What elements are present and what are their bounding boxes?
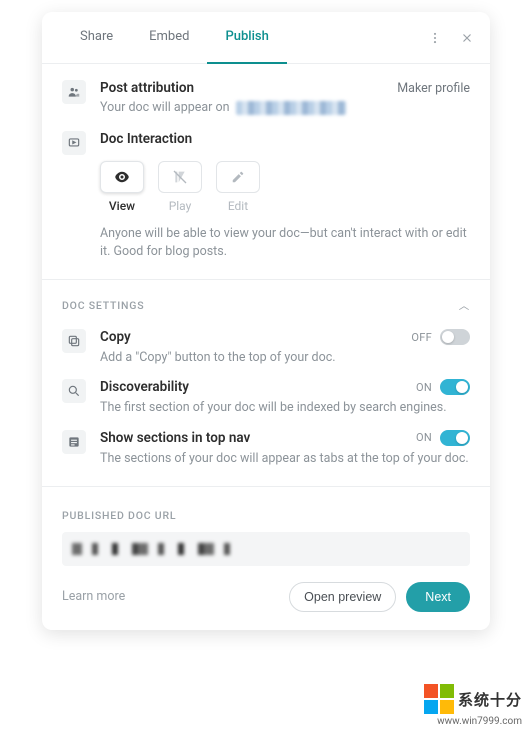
mode-edit-label: Edit [228,199,248,213]
people-icon [62,80,86,104]
attribution-title: Post attribution [100,80,194,96]
published-url-field[interactable] [62,532,470,566]
section-interaction: Doc Interaction View Play [42,115,490,261]
mode-play-label: Play [169,199,192,213]
sections-desc: The sections of your doc will appear as … [100,450,470,468]
tab-embed[interactable]: Embed [131,12,207,64]
learn-more-link[interactable]: Learn more [62,589,125,604]
dialog-topbar: Share Embed Publish [42,12,490,64]
copy-title: Copy [100,329,131,345]
doc-settings-title: DOC SETTINGS [62,299,144,312]
attribution-desc-prefix: Your doc will appear on [100,100,230,115]
close-icon[interactable] [456,27,478,49]
mode-play-button[interactable] [158,161,202,193]
setting-copy: Copy OFF Add a "Copy" button to the top … [42,317,490,367]
section-attribution: Post attribution Maker profile Your doc … [42,64,490,115]
search-icon [62,379,86,403]
copy-icon [62,329,86,353]
dialog-footer: Learn more Open preview Next [42,566,490,616]
setting-sections: Show sections in top nav ON The sections… [42,418,490,468]
next-button[interactable]: Next [406,582,470,612]
interaction-title: Doc Interaction [100,131,470,147]
discover-title: Discoverability [100,379,189,395]
interaction-icon [62,131,86,155]
published-url-redacted [72,543,242,555]
sections-toggle[interactable] [440,430,470,446]
setting-discover: Discoverability ON The first section of … [42,367,490,417]
more-icon[interactable] [424,27,446,49]
discover-toggle[interactable] [440,379,470,395]
published-url-label: PUBLISHED DOC URL [42,487,490,528]
copy-toggle-state: OFF [411,331,432,344]
copy-toggle[interactable] [440,329,470,345]
publish-dialog: Share Embed Publish Post attribution Mak… [42,12,490,630]
discover-toggle-state: ON [416,381,432,394]
tab-publish[interactable]: Publish [207,12,286,64]
sections-icon [62,430,86,454]
maker-profile-link[interactable]: Maker profile [397,81,470,96]
watermark-logo [424,684,454,714]
play-disabled-icon [172,169,188,185]
watermark: 系统十分 www.win7999.com [424,684,522,727]
sections-title: Show sections in top nav [100,430,250,446]
mode-edit-button[interactable] [216,161,260,193]
mode-view-button[interactable] [100,161,144,193]
tab-share[interactable]: Share [62,12,131,64]
doc-settings-header[interactable]: DOC SETTINGS ︿ [42,280,490,317]
watermark-text2: www.win7999.com [437,716,522,727]
watermark-text1: 系统十分 [458,689,522,710]
chevron-up-icon: ︿ [459,298,470,313]
copy-desc: Add a "Copy" button to the top of your d… [100,349,470,367]
eye-icon [113,168,131,186]
pencil-icon [231,170,245,184]
open-preview-button[interactable]: Open preview [289,582,396,612]
interaction-desc: Anyone will be able to view your doc—but… [100,225,470,261]
sections-toggle-state: ON [416,431,432,444]
tabs: Share Embed Publish [62,12,287,64]
discover-desc: The first section of your doc will be in… [100,399,470,417]
mode-view-label: View [109,199,135,213]
attribution-target-redacted [236,101,346,115]
